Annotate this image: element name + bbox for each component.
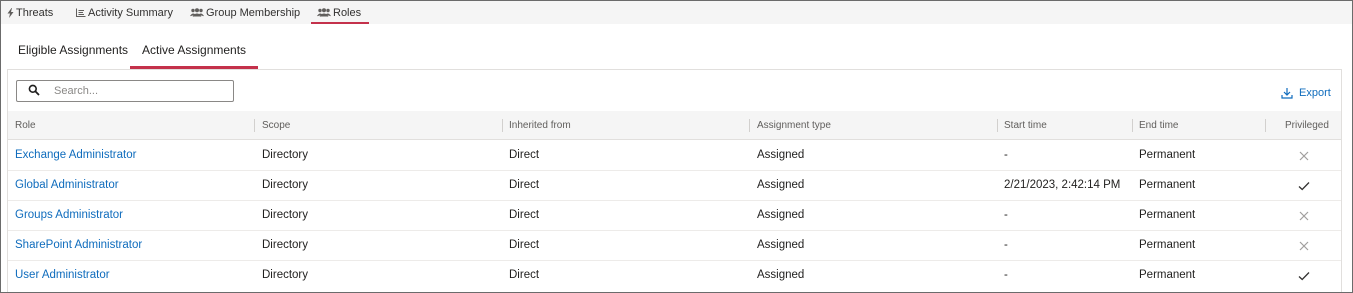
column-header-privileged[interactable]: Privileged [1285, 111, 1329, 140]
tab-group-membership[interactable]: Group Membership [190, 1, 300, 24]
column-header-role[interactable]: Role [15, 111, 36, 140]
scope-cell: Directory [262, 239, 309, 251]
tab-roles[interactable]: Roles [310, 1, 370, 24]
inherited-from-cell: Direct [509, 179, 540, 191]
x-icon [1297, 141, 1311, 170]
tab-active-assignments[interactable]: Active Assignments [129, 34, 259, 69]
column-resize-handle[interactable] [254, 119, 255, 132]
tab-threats[interactable]: Threats [7, 1, 53, 24]
end-time-cell: Permanent [1139, 269, 1196, 281]
download-icon [1281, 87, 1293, 99]
role-link[interactable]: User Administrator [15, 261, 110, 290]
role-link[interactable]: Groups Administrator [15, 201, 123, 230]
end-time-cell: Permanent [1139, 179, 1196, 191]
search-icon [28, 84, 42, 98]
tab-label: Activity Summary [88, 6, 173, 19]
column-header-scope[interactable]: Scope [262, 111, 290, 140]
tab-label: Group Membership [206, 6, 301, 19]
table-row[interactable]: User Administrator Directory Direct Assi… [8, 261, 1341, 291]
table-row[interactable]: Exchange Administrator Directory Direct … [8, 141, 1341, 171]
table-row[interactable]: SharePoint Administrator Directory Direc… [8, 231, 1341, 261]
x-icon [1297, 231, 1311, 260]
inherited-from-cell: Direct [509, 269, 540, 281]
assignment-type-cell: Assigned [757, 239, 805, 251]
table-row[interactable]: Global Administrator Directory Direct As… [8, 171, 1341, 201]
column-header-inherited-from[interactable]: Inherited from [509, 111, 571, 140]
assignment-type-cell: Assigned [757, 269, 805, 281]
list-icon [76, 8, 86, 17]
scope-cell: Directory [262, 179, 309, 191]
column-resize-handle[interactable] [1265, 119, 1266, 132]
search-input[interactable] [54, 85, 204, 97]
export-label: Export [1299, 87, 1331, 99]
tab-eligible-assignments[interactable]: Eligible Assignments [18, 34, 128, 69]
start-time-cell: - [1004, 239, 1008, 251]
column-resize-handle[interactable] [502, 119, 503, 132]
end-time-cell: Permanent [1139, 239, 1196, 251]
end-time-cell: Permanent [1139, 209, 1196, 221]
search-box[interactable] [16, 80, 234, 102]
column-header-assignment-type[interactable]: Assignment type [757, 111, 831, 140]
table-row[interactable]: Groups Administrator Directory Direct As… [8, 201, 1341, 231]
inherited-from-cell: Direct [509, 209, 540, 221]
start-time-cell: - [1004, 149, 1008, 161]
x-icon [1297, 201, 1311, 230]
group-icon [317, 8, 331, 17]
scope-cell: Directory [262, 149, 309, 161]
tab-label: Threats [16, 6, 54, 19]
table-header: Role Scope Inherited from Assignment typ… [8, 111, 1341, 140]
end-time-cell: Permanent [1139, 149, 1196, 161]
inherited-from-cell: Direct [509, 239, 540, 251]
assignment-type-cell: Assigned [757, 179, 805, 191]
column-resize-handle[interactable] [749, 119, 750, 132]
check-icon [1297, 261, 1311, 290]
bolt-icon [7, 7, 14, 18]
tab-label: Eligible Assignments [18, 43, 129, 57]
tab-activity-summary[interactable]: Activity Summary [76, 1, 173, 24]
column-resize-handle[interactable] [1132, 119, 1133, 132]
export-button[interactable]: Export [1281, 86, 1331, 100]
column-header-start-time[interactable]: Start time [1004, 111, 1047, 140]
start-time-cell: - [1004, 269, 1008, 281]
assignment-type-cell: Assigned [757, 149, 805, 161]
role-link[interactable]: Exchange Administrator [15, 141, 136, 170]
column-resize-handle[interactable] [997, 119, 998, 132]
top-tab-bar: Threats Activity Summary Group Membershi… [1, 1, 1352, 24]
column-header-end-time[interactable]: End time [1139, 111, 1178, 140]
check-icon [1297, 171, 1311, 200]
scope-cell: Directory [262, 209, 309, 221]
start-time-cell: 2/21/2023, 2:42:14 PM [1004, 179, 1121, 191]
assignment-type-cell: Assigned [757, 209, 805, 221]
start-time-cell: - [1004, 209, 1008, 221]
role-link[interactable]: Global Administrator [15, 171, 119, 200]
role-link[interactable]: SharePoint Administrator [15, 231, 142, 260]
group-icon [190, 8, 204, 17]
scope-cell: Directory [262, 269, 309, 281]
inherited-from-cell: Direct [509, 149, 540, 161]
tab-label: Roles [333, 6, 362, 19]
tab-label: Active Assignments [142, 43, 247, 57]
